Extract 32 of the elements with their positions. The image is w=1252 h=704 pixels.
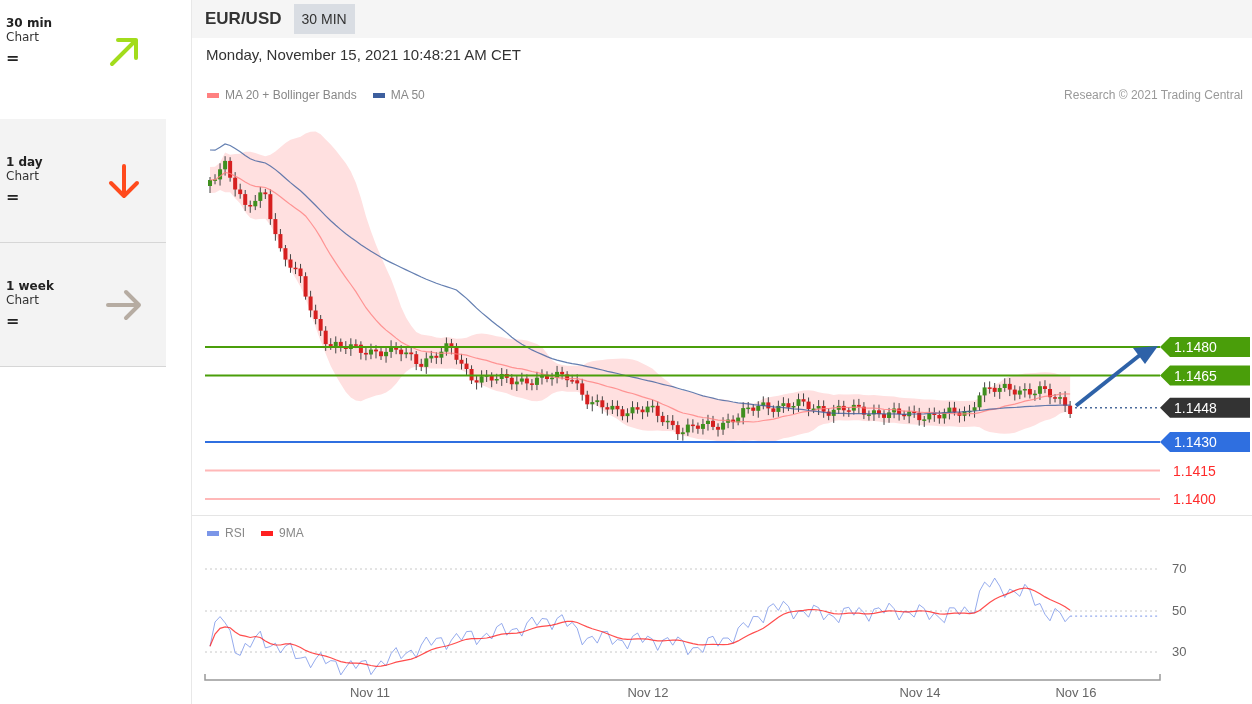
credit-text: Research © 2021 Trading Central	[1064, 88, 1243, 102]
signal-text: =	[6, 311, 21, 330]
pair-title: EUR/USD	[205, 9, 282, 29]
signal-text: =	[6, 187, 21, 206]
axis-label: 50	[1172, 603, 1187, 618]
axis-label: Nov 14	[899, 685, 941, 700]
axis-label: Nov 16	[1055, 685, 1097, 700]
timeframe-label: 1 day	[6, 155, 43, 169]
sidebar-item[interactable]: 1 week Chart =	[0, 243, 166, 367]
axis-label: Nov 11	[349, 685, 391, 700]
axis-label: 70	[1172, 561, 1187, 576]
timeframe-badge[interactable]: 30 MIN	[293, 4, 355, 34]
price-tag: 1.1480	[1160, 337, 1250, 357]
chart-label: Chart	[6, 30, 40, 44]
axis-label: Nov 12	[627, 685, 669, 700]
price-tag: 1.1430	[1160, 432, 1250, 452]
timeframe-label: 1 week	[6, 279, 54, 293]
axis-label: 30	[1172, 644, 1187, 659]
timeframe-label: 30 min	[6, 16, 53, 30]
legend-label: 9MA	[279, 526, 304, 540]
chart-label: Chart	[6, 169, 40, 183]
price-label: 1.1415	[1173, 462, 1216, 479]
price-label: 1.1400	[1173, 491, 1216, 507]
timestamp: Monday, November 15, 2021 10:48:21 AM CET	[205, 45, 522, 65]
sidebar-item[interactable]: 1 day Chart =	[0, 119, 166, 243]
legend-label: MA 20 + Bollinger Bands	[225, 88, 357, 102]
legend-label: RSI	[225, 526, 245, 540]
price-tag: 1.1465	[1160, 365, 1250, 386]
chart-label: Chart	[6, 293, 40, 307]
price-tag: 1.1448	[1160, 397, 1250, 418]
legend-label: MA 50	[390, 88, 425, 102]
signal-text: =	[6, 48, 21, 67]
